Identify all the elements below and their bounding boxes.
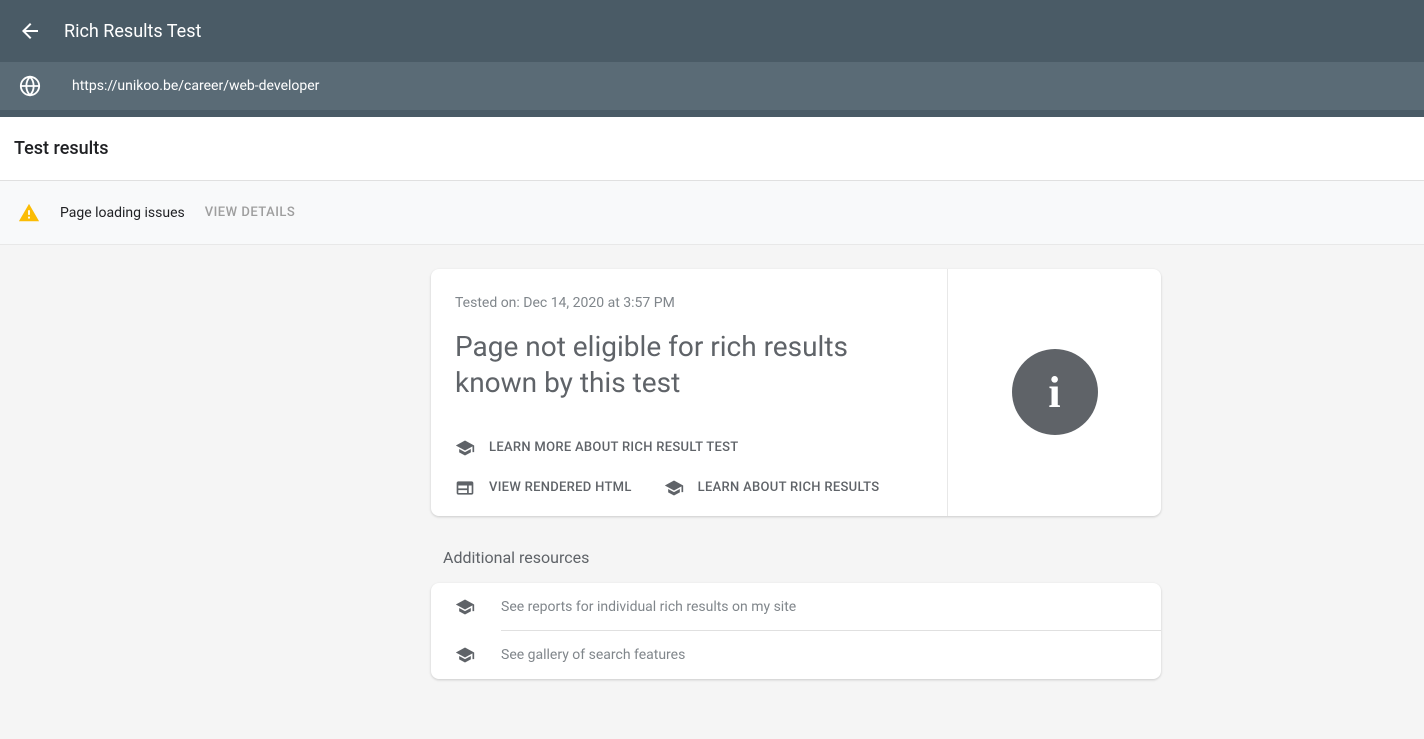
content-area: Tested on: Dec 14, 2020 at 3:57 PM Page …: [0, 245, 1424, 703]
school-icon: [455, 438, 475, 458]
school-icon: [455, 645, 475, 665]
results-title: Test results: [14, 138, 108, 159]
app-title: Rich Results Test: [64, 21, 201, 42]
resource-text: See gallery of search features: [501, 647, 685, 663]
resource-card: See reports for individual rich results …: [431, 583, 1161, 679]
learn-results-link[interactable]: Learn about rich results: [664, 478, 880, 498]
result-heading: Page not eligible for rich results known…: [455, 329, 923, 402]
result-card: Tested on: Dec 14, 2020 at 3:57 PM Page …: [431, 269, 1161, 516]
link-label: Learn about rich results: [698, 480, 880, 495]
additional-resources-title: Additional resources: [443, 548, 1161, 567]
info-icon: i: [1012, 349, 1098, 435]
issues-bar: Page loading issues View details: [0, 181, 1424, 245]
url-bar: https://unikoo.be/career/web-developer: [0, 62, 1424, 110]
header-top: Rich Results Test: [0, 0, 1424, 62]
issues-text: Page loading issues: [60, 205, 185, 221]
view-html-link[interactable]: View rendered HTML: [455, 478, 632, 498]
tested-on-text: Tested on: Dec 14, 2020 at 3:57 PM: [455, 295, 923, 311]
header-accent: [0, 110, 1424, 117]
school-icon: [455, 597, 475, 617]
globe-icon: [18, 74, 42, 98]
resource-item-reports[interactable]: See reports for individual rich results …: [431, 583, 1161, 631]
link-label: Learn more about Rich Result Test: [489, 440, 739, 455]
url-text[interactable]: https://unikoo.be/career/web-developer: [72, 78, 319, 94]
warning-icon: [18, 202, 40, 224]
view-details-button[interactable]: View details: [205, 205, 296, 220]
school-icon: [664, 478, 684, 498]
results-header: Test results: [0, 117, 1424, 181]
resource-item-gallery[interactable]: See gallery of search features: [431, 631, 1161, 679]
link-label: View rendered HTML: [489, 480, 632, 495]
back-arrow-icon[interactable]: [18, 19, 42, 43]
learn-test-link[interactable]: Learn more about Rich Result Test: [455, 438, 923, 458]
resource-text: See reports for individual rich results …: [501, 599, 796, 615]
web-icon: [455, 478, 475, 498]
